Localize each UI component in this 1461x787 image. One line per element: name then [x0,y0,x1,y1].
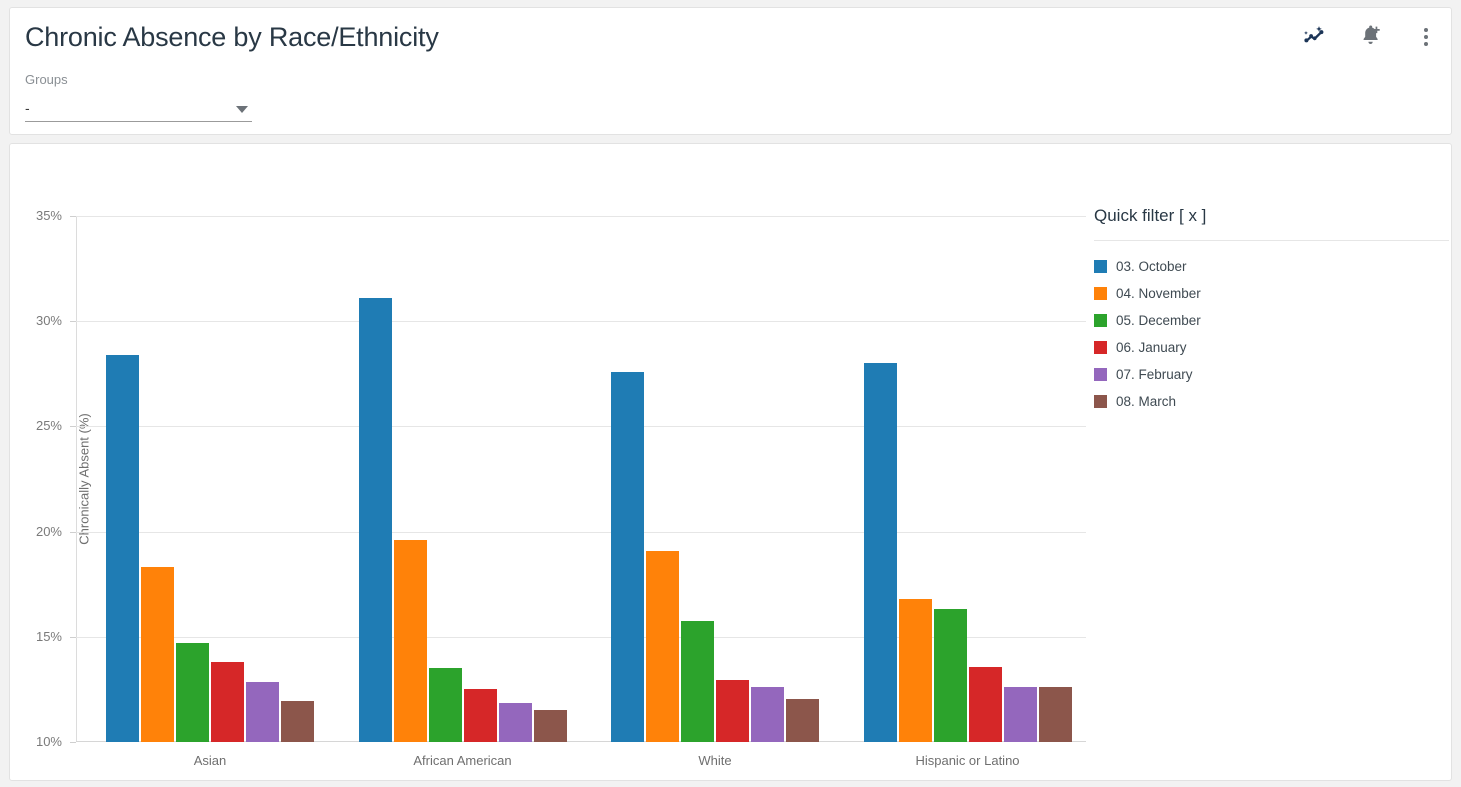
dashboard-page: Chronic Absence by Race/Ethnicity Groups… [0,0,1461,787]
bar[interactable] [1038,687,1072,742]
bar-series-layer [76,216,1086,742]
legend-swatch [1094,395,1107,408]
legend-title: Quick filter [ x ] [1094,206,1449,241]
legend-item-label: 08. March [1116,394,1177,409]
y-axis-tick-label: 30% [35,313,62,329]
x-axis-category-label: African American [413,753,512,768]
page-title: Chronic Absence by Race/Ethnicity [25,22,439,52]
legend-item-label: 05. December [1116,313,1201,328]
legend-swatch [1094,287,1107,300]
add-alert-button[interactable] [1355,22,1385,52]
legend-item-label: 03. October [1116,259,1187,274]
y-axis-tick-label: 15% [35,628,62,644]
legend-item[interactable]: 04. November [1094,280,1449,307]
bar[interactable] [176,643,209,742]
legend-item-list: 03. October 04. November 05. December 06. J… [1094,241,1449,415]
chart-legend: Quick filter [ x ] 03. October 04. Novemb… [1094,206,1449,415]
y-axis-tick-label: 20% [35,523,62,539]
bar[interactable] [786,698,819,742]
groups-filter: Groups - [25,72,252,122]
bar[interactable] [681,621,714,742]
bar[interactable] [358,298,392,742]
bar[interactable] [716,679,749,742]
bar[interactable] [968,667,1002,742]
bar[interactable] [428,668,462,742]
groups-filter-label: Groups [25,72,68,87]
groups-selected-value: - [25,100,30,116]
legend-swatch [1094,260,1107,273]
header-toolbar [1299,22,1441,52]
bar[interactable] [246,682,279,742]
bar[interactable] [933,609,967,742]
chart-header-card: Chronic Absence by Race/Ethnicity Groups… [9,7,1452,135]
bar[interactable] [498,703,532,742]
legend-item[interactable]: 06. January [1094,334,1449,361]
bar[interactable] [106,354,139,742]
groups-select[interactable]: - [25,98,252,122]
y-axis-tick-label: 25% [35,418,62,434]
x-axis-category-label: Asian [193,753,227,768]
bar[interactable] [533,710,567,742]
bar[interactable] [1003,687,1037,742]
bar[interactable] [463,689,497,742]
bar[interactable] [863,363,897,742]
legend-item[interactable]: 07. February [1094,361,1449,388]
legend-item[interactable]: 08. March [1094,388,1449,415]
y-axis-tick-mark [70,742,76,743]
chart-card: Chronically Absent (%) 10% 15% 20% 25% 30% 35… [9,143,1452,781]
x-axis-category-label: White [698,753,732,768]
insights-icon [1302,24,1326,51]
legend-swatch [1094,314,1107,327]
more-options-button[interactable] [1411,22,1441,52]
bar[interactable] [281,700,314,742]
legend-swatch [1094,341,1107,354]
insights-button[interactable] [1299,22,1329,52]
bar[interactable] [611,371,644,742]
legend-item-label: 06. January [1116,340,1187,355]
bar[interactable] [393,540,427,742]
legend-item-label: 04. November [1116,286,1201,301]
legend-item[interactable]: 05. December [1094,307,1449,334]
add-alert-bell-icon [1358,24,1382,51]
legend-item-label: 07. February [1116,367,1193,382]
y-axis-tick-label: 10% [35,734,62,749]
chart-plot-area: Chronically Absent (%) 10% 15% 20% 25% 30% 35… [36,208,1086,768]
legend-swatch [1094,368,1107,381]
bar[interactable] [211,662,244,742]
bar[interactable] [898,598,932,742]
bar[interactable] [751,687,784,742]
legend-item[interactable]: 03. October [1094,253,1449,280]
y-axis-tick-label: 35% [35,208,62,223]
more-options-icon [1424,28,1428,46]
x-axis-category-label: Hispanic or Latino [915,753,1020,768]
chevron-down-icon [236,106,248,113]
bar[interactable] [646,550,679,742]
bar[interactable] [141,567,174,742]
